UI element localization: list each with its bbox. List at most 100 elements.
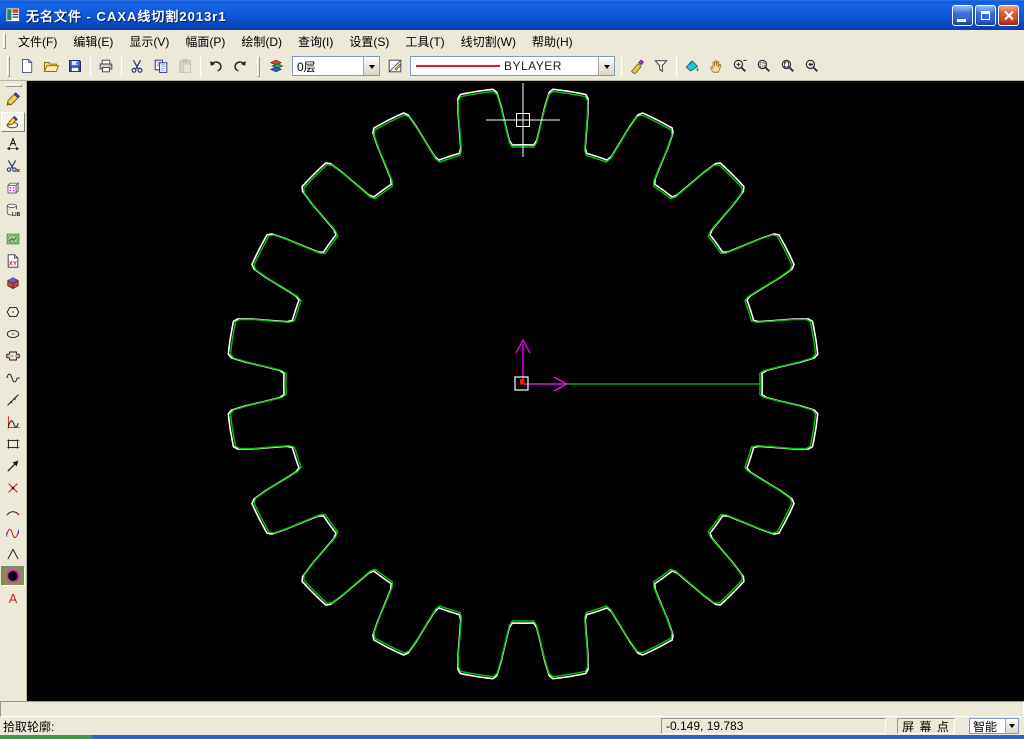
save-button[interactable] <box>63 54 87 78</box>
flange-tool-button[interactable] <box>1 346 25 366</box>
filter-button[interactable] <box>649 54 673 78</box>
trajectory-tool-button[interactable] <box>1 112 25 132</box>
zoom-all-button[interactable] <box>776 54 800 78</box>
zoom-dynamic-button[interactable] <box>728 54 752 78</box>
solid3d-icon <box>5 275 21 291</box>
menu-item-view[interactable]: 显示(V) <box>121 30 177 52</box>
menu-item-query[interactable]: 查询(I) <box>290 30 341 52</box>
cut-button[interactable] <box>125 54 149 78</box>
ellipse-tool-button[interactable] <box>1 324 25 344</box>
rectangle-tool-button[interactable] <box>1 434 25 454</box>
toolbar-separator <box>121 56 122 77</box>
sketch-tool-button[interactable] <box>1 90 25 110</box>
funnel-icon <box>653 58 669 74</box>
redo-button[interactable] <box>228 54 252 78</box>
redo-icon <box>232 58 248 74</box>
arc-tool-button[interactable] <box>1 500 25 520</box>
menu-item-edit[interactable]: 编辑(E) <box>65 30 121 52</box>
layers-button[interactable] <box>265 54 289 78</box>
print-button[interactable] <box>94 54 118 78</box>
linetype-select[interactable]: BYLAYER <box>410 56 615 76</box>
drawing-toolbar: LIB XY A <box>0 81 27 701</box>
point-x-icon <box>5 480 21 496</box>
zoom-back-button[interactable] <box>800 54 824 78</box>
toolbar-separator <box>676 56 677 77</box>
block-icon <box>5 180 21 196</box>
trim-tool-button[interactable] <box>1 156 25 176</box>
library-tool-button[interactable]: LIB <box>1 200 25 220</box>
zoom-window-icon <box>756 58 772 74</box>
minimize-button[interactable] <box>952 5 973 26</box>
polygon-tool-button[interactable] <box>1 302 25 322</box>
point-tool-button[interactable] <box>1 478 25 498</box>
svg-text:A: A <box>9 592 18 606</box>
folder-open-icon <box>43 58 59 74</box>
raster-icon <box>5 231 21 247</box>
xy-doc-icon: XY <box>5 253 21 269</box>
chevron-down-icon[interactable] <box>598 57 614 75</box>
title-bar[interactable]: 无名文件 - CAXA线切割2013r1 <box>0 0 1024 30</box>
close-button[interactable] <box>998 5 1019 26</box>
angle-icon <box>5 546 21 562</box>
toolbar-grip[interactable] <box>257 56 260 77</box>
dimension-tool-button[interactable] <box>1 134 25 154</box>
menubar-grip[interactable] <box>3 33 6 49</box>
chevron-down-icon[interactable] <box>1005 719 1018 733</box>
layer-select[interactable]: 0层 <box>292 56 380 76</box>
toolbar-grip[interactable] <box>5 84 22 87</box>
zoom-back-icon <box>804 58 820 74</box>
property-brush-button[interactable] <box>625 54 649 78</box>
restore-button[interactable] <box>975 5 996 26</box>
drawing-canvas[interactable] <box>27 81 1024 701</box>
copy-button[interactable] <box>149 54 173 78</box>
hexagon-icon <box>5 304 21 320</box>
flange-icon <box>5 348 21 364</box>
floppy-save-icon <box>67 58 83 74</box>
menu-item-help[interactable]: 帮助(H) <box>524 30 581 52</box>
menu-item-settings[interactable]: 设置(S) <box>341 30 397 52</box>
zoom-all-icon <box>780 58 796 74</box>
chevron-down-icon[interactable] <box>363 57 379 75</box>
raster-tool-button[interactable] <box>1 229 25 249</box>
toolbar-grip[interactable] <box>7 56 10 77</box>
wave-icon <box>5 370 21 386</box>
menu-item-tools[interactable]: 工具(T) <box>397 30 452 52</box>
status-bar: 拾取轮廓: -0.149, 19.783 屏 幕 点 智能 <box>0 717 1024 735</box>
brush-icon <box>629 58 645 74</box>
zoom-window-button[interactable] <box>752 54 776 78</box>
linestyle-icon <box>387 58 403 74</box>
wave-tool-button[interactable] <box>1 368 25 388</box>
linestyle-button[interactable] <box>383 54 407 78</box>
paste-icon <box>177 58 193 74</box>
app-logo-icon <box>5 7 21 23</box>
circle-tool-button[interactable] <box>1 566 25 586</box>
text-a-icon: A <box>5 590 21 606</box>
snap-mode-select[interactable]: 智能 <box>969 718 1019 734</box>
minimize-icon <box>957 19 966 22</box>
formula-curve-tool-button[interactable] <box>1 412 25 432</box>
pick-tool-button[interactable] <box>1 456 25 476</box>
text-tool-button[interactable]: A <box>1 588 25 608</box>
polyline-tool-button[interactable] <box>1 544 25 564</box>
new-button[interactable] <box>15 54 39 78</box>
solid-tool-button[interactable] <box>1 273 25 293</box>
layer-select-value: 0层 <box>293 58 320 75</box>
formula-icon <box>5 414 21 430</box>
menu-item-paper[interactable]: 幅面(P) <box>177 30 233 52</box>
menu-item-draw[interactable]: 绘制(D) <box>233 30 290 52</box>
menu-item-file[interactable]: 文件(F) <box>10 30 65 52</box>
block-tool-button[interactable] <box>1 178 25 198</box>
taskbar-bar-edge <box>92 735 1024 739</box>
undo-button[interactable] <box>204 54 228 78</box>
xy-data-tool-button[interactable]: XY <box>1 251 25 271</box>
rect-icon <box>5 436 21 452</box>
restore-icon <box>981 11 990 20</box>
point-line-tool-button[interactable] <box>1 390 25 410</box>
spline-tool-button[interactable] <box>1 522 25 542</box>
menu-item-wirecut[interactable]: 线切割(W) <box>453 30 524 52</box>
doc-new-icon <box>19 58 35 74</box>
library-icon: LIB <box>5 202 21 218</box>
open-button[interactable] <box>39 54 63 78</box>
fill-button[interactable] <box>680 54 704 78</box>
pan-button[interactable] <box>704 54 728 78</box>
